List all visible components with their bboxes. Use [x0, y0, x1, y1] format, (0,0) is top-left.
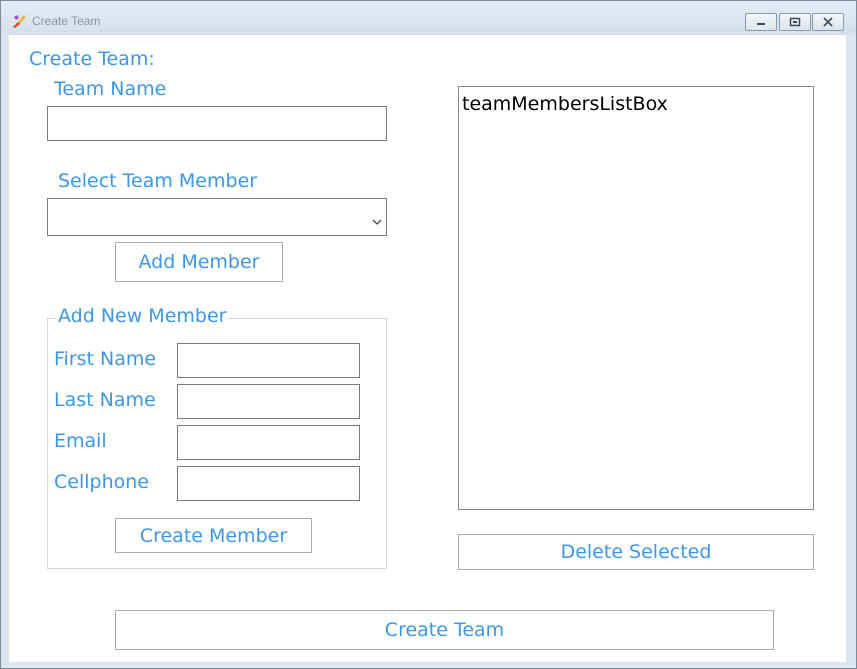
app-brush-icon [11, 13, 27, 29]
email-input[interactable] [177, 425, 360, 460]
create-team-window: Create Team Create Team: Team Name Selec… [0, 0, 857, 669]
chevron-down-icon [372, 211, 382, 230]
email-label: Email [54, 430, 107, 452]
select-member-label: Select Team Member [58, 170, 258, 192]
team-name-input[interactable] [47, 106, 387, 141]
minimize-button[interactable] [745, 13, 777, 31]
team-members-list[interactable]: teamMembersListBox [458, 86, 814, 510]
first-name-label: First Name [54, 348, 157, 370]
window-title: Create Team [32, 14, 101, 28]
add-new-member-legend: Add New Member [56, 305, 229, 327]
create-member-button[interactable]: Create Member [115, 518, 312, 553]
last-name-label: Last Name [54, 389, 156, 411]
form-client-area: Create Team: Team Name Select Team Membe… [9, 34, 846, 662]
delete-selected-button[interactable]: Delete Selected [458, 534, 814, 570]
first-name-input[interactable] [177, 343, 360, 378]
cellphone-label: Cellphone [54, 471, 149, 493]
create-team-button[interactable]: Create Team [115, 610, 774, 650]
select-member-dropdown[interactable] [47, 198, 387, 236]
title-bar[interactable]: Create Team [1, 1, 856, 33]
list-item[interactable]: teamMembersListBox [462, 93, 668, 115]
minimize-icon [757, 23, 765, 25]
form-heading: Create Team: [29, 48, 155, 70]
restore-button[interactable] [779, 13, 811, 31]
cellphone-input[interactable] [177, 466, 360, 501]
restore-icon [789, 17, 801, 27]
close-icon [823, 17, 833, 27]
close-button[interactable] [812, 13, 844, 31]
last-name-input[interactable] [177, 384, 360, 419]
add-member-button[interactable]: Add Member [115, 242, 283, 282]
team-name-label: Team Name [54, 78, 167, 100]
